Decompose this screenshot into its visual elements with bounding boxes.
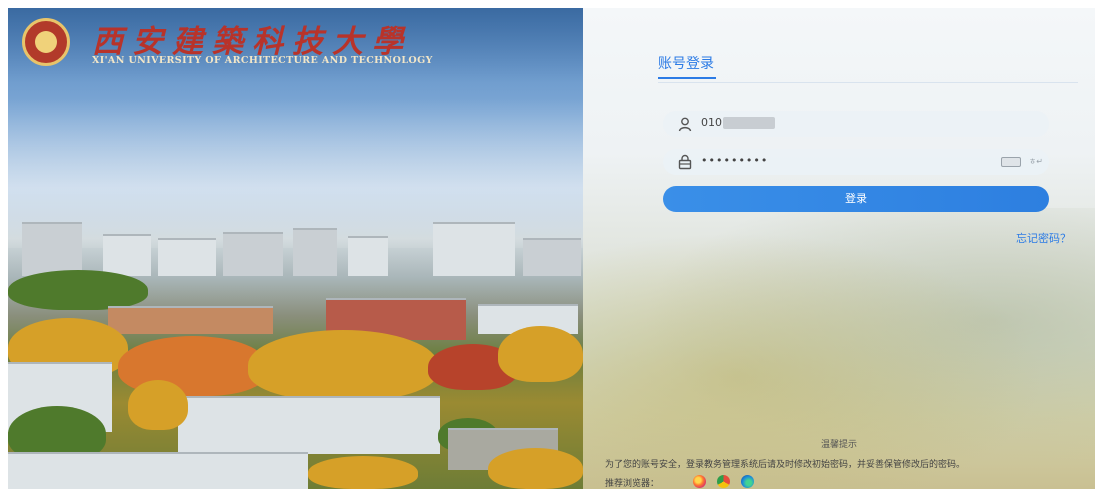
browser-label: 推荐浏览器：: [605, 479, 660, 489]
building: [178, 396, 440, 454]
forgot-password-link[interactable]: 忘记密码？: [1016, 230, 1071, 246]
firefox-icon[interactable]: [693, 475, 706, 488]
tree: [8, 270, 148, 310]
keyboard-hint: ㅎ↵: [1028, 157, 1043, 166]
edge-icon[interactable]: [741, 475, 754, 488]
building: [8, 452, 308, 489]
username-field[interactable]: 010: [663, 111, 1049, 137]
lock-icon: [678, 154, 692, 170]
building: [22, 222, 82, 276]
tips-title: 温馨提示: [820, 440, 857, 450]
login-page: 西安建築科技大學 XI'AN UNIVERSITY OF ARCHITECTUR…: [8, 8, 1095, 489]
building: [293, 228, 337, 276]
campus-photo: 西安建築科技大學 XI'AN UNIVERSITY OF ARCHITECTUR…: [8, 8, 583, 489]
tab-underline: [658, 77, 716, 79]
university-seal-icon: [22, 18, 70, 66]
login-button[interactable]: 登录: [663, 186, 1049, 212]
chrome-icon[interactable]: [717, 475, 730, 488]
building: [433, 222, 515, 276]
keyboard-icon[interactable]: [1001, 157, 1021, 167]
building: [108, 306, 273, 334]
building: [223, 232, 283, 276]
logo-english: XI'AN UNIVERSITY OF ARCHITECTURE AND TEC…: [92, 55, 433, 66]
tab-divider: [658, 82, 1078, 83]
user-icon: [678, 117, 692, 132]
tree: [498, 326, 583, 382]
university-logo: 西安建築科技大學 XI'AN UNIVERSITY OF ARCHITECTUR…: [8, 8, 583, 82]
login-panel: 账号登录 010 ••••••••• ㅎ↵ 登录 忘记密码？ 温馨提示 为了您的…: [583, 8, 1095, 489]
tree: [308, 456, 418, 489]
building: [348, 236, 388, 276]
username-redaction: [723, 117, 775, 129]
tree: [248, 330, 438, 400]
tree: [488, 448, 583, 489]
tab-account-login[interactable]: 账号登录: [658, 53, 714, 73]
building: [158, 238, 216, 276]
username-value: 010: [701, 116, 722, 129]
building: [103, 234, 151, 276]
password-field[interactable]: ••••••••• ㅎ↵: [663, 149, 1049, 175]
password-value: •••••••••: [701, 154, 769, 167]
tree: [128, 380, 188, 430]
building: [523, 238, 581, 276]
tips-body: 为了您的账号安全，登录教务管理系统后请及时修改初始密码，并妥善保管修改后的密码。: [605, 460, 966, 470]
